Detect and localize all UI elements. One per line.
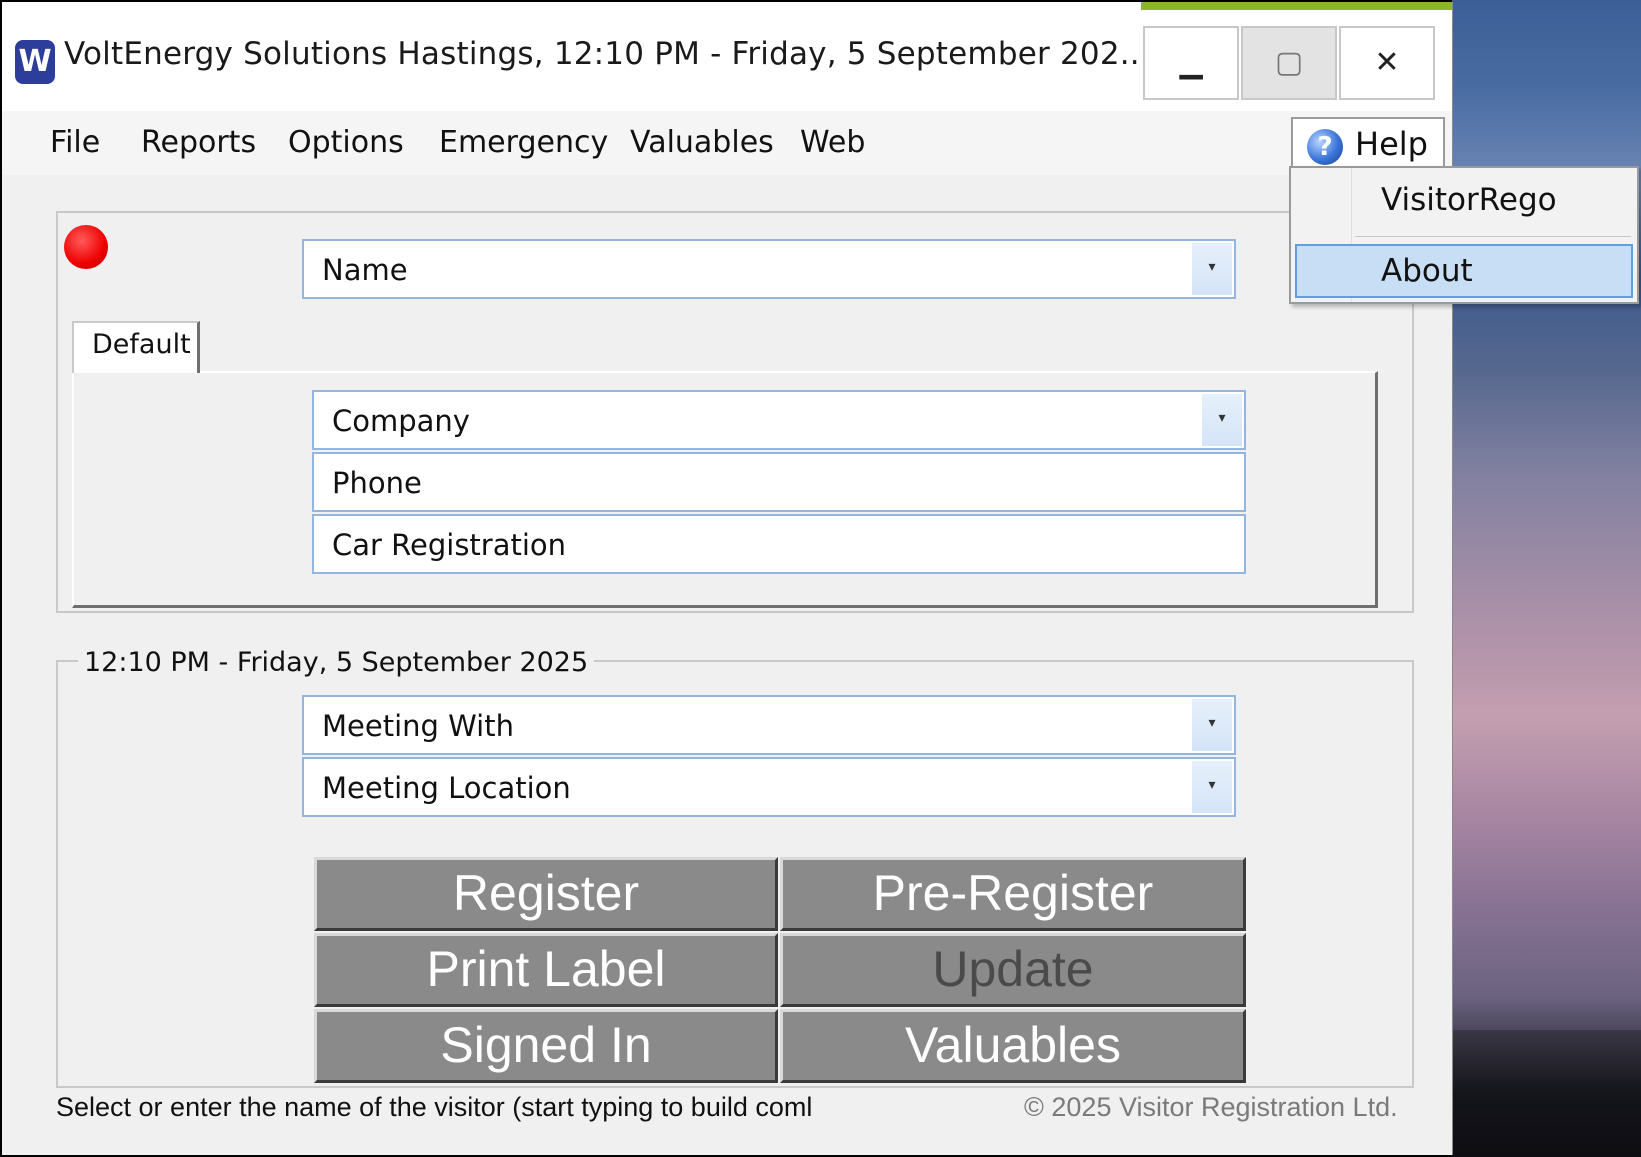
- name-dropdown-button[interactable]: ▾: [1192, 243, 1232, 295]
- signed-in-button-label: Signed In: [440, 1017, 652, 1073]
- menu-options[interactable]: Options: [288, 125, 404, 160]
- valuables-button-label: Valuables: [905, 1017, 1121, 1073]
- dropdown-item-visitorrego-label: VisitorRego: [1381, 182, 1557, 218]
- app-logo-icon: W: [15, 40, 55, 84]
- dropdown-item-about[interactable]: About: [1295, 244, 1633, 298]
- meeting-with-dropdown-button[interactable]: ▾: [1192, 699, 1232, 751]
- company-dropdown-button[interactable]: ▾: [1202, 394, 1242, 446]
- window-title: VoltEnergy Solutions Hastings, 12:10 PM …: [64, 36, 1150, 72]
- phone-field[interactable]: Phone: [312, 452, 1246, 512]
- meeting-with-field-text: Meeting With: [322, 709, 514, 743]
- menu-file[interactable]: File: [50, 125, 100, 160]
- register-button-label: Register: [452, 865, 640, 921]
- chevron-down-icon: ▾: [1218, 410, 1226, 426]
- minimize-icon: ▁: [1179, 45, 1203, 80]
- print-label-button-label: Print Label: [426, 941, 666, 997]
- menu-web[interactable]: Web: [800, 125, 865, 160]
- phone-field-text: Phone: [332, 466, 422, 500]
- title-bar[interactable]: W VoltEnergy Solutions Hastings, 12:10 P…: [2, 2, 1452, 111]
- accent-strip: [1141, 2, 1452, 10]
- copyright-text: © 2025 Visitor Registration Ltd.: [1024, 1092, 1398, 1122]
- car-registration-field-text: Car Registration: [332, 528, 567, 562]
- close-icon: ✕: [1374, 45, 1400, 80]
- help-icon: ?: [1307, 129, 1343, 165]
- pre-register-button[interactable]: Pre-Register: [780, 857, 1246, 931]
- company-field-text: Company: [332, 404, 470, 438]
- app-window: W VoltEnergy Solutions Hastings, 12:10 P…: [2, 2, 1453, 1155]
- dropdown-item-visitorrego[interactable]: VisitorRego: [1291, 170, 1637, 232]
- register-button[interactable]: Register: [314, 857, 778, 931]
- status-indicator-icon: [64, 225, 108, 269]
- chevron-down-icon: ▾: [1208, 259, 1216, 275]
- meeting-location-combobox[interactable]: Meeting Location ▾: [302, 757, 1236, 817]
- menu-help-label: Help: [1355, 125, 1428, 163]
- menu-reports[interactable]: Reports: [141, 125, 256, 160]
- menu-emergency[interactable]: Emergency: [439, 125, 608, 160]
- dropdown-item-about-label: About: [1381, 253, 1473, 289]
- company-combobox[interactable]: Company ▾: [312, 390, 1246, 450]
- name-combobox[interactable]: Name ▾: [302, 239, 1236, 299]
- chevron-down-icon: ▾: [1208, 777, 1216, 793]
- update-button[interactable]: Update: [780, 933, 1246, 1007]
- meeting-location-dropdown-button[interactable]: ▾: [1192, 761, 1232, 813]
- valuables-button[interactable]: Valuables: [780, 1009, 1246, 1083]
- pre-register-button-label: Pre-Register: [872, 865, 1154, 921]
- close-button[interactable]: ✕: [1339, 26, 1435, 100]
- tab-default-label: Default: [92, 329, 191, 360]
- meeting-location-field-text: Meeting Location: [322, 771, 571, 805]
- tab-default[interactable]: Default: [72, 321, 200, 373]
- signed-in-button[interactable]: Signed In: [314, 1009, 778, 1083]
- chevron-down-icon: ▾: [1208, 715, 1216, 731]
- menu-valuables[interactable]: Valuables: [630, 125, 774, 160]
- status-message: Select or enter the name of the visitor …: [56, 1092, 813, 1122]
- menu-bar: File Reports Options Emergency Valuables…: [2, 111, 1452, 175]
- minimize-button[interactable]: ▁: [1143, 26, 1239, 100]
- car-registration-field[interactable]: Car Registration: [312, 514, 1246, 574]
- maximize-button[interactable]: ▢: [1241, 26, 1337, 100]
- maximize-icon: ▢: [1274, 45, 1304, 80]
- help-dropdown-menu: VisitorRego About: [1289, 166, 1639, 304]
- print-label-button[interactable]: Print Label: [314, 933, 778, 1007]
- datetime-caption: 12:10 PM - Friday, 5 September 2025: [78, 647, 595, 678]
- update-button-label: Update: [932, 941, 1094, 997]
- name-field-text: Name: [322, 253, 408, 287]
- dropdown-separator: [1355, 236, 1631, 237]
- meeting-with-combobox[interactable]: Meeting With ▾: [302, 695, 1236, 755]
